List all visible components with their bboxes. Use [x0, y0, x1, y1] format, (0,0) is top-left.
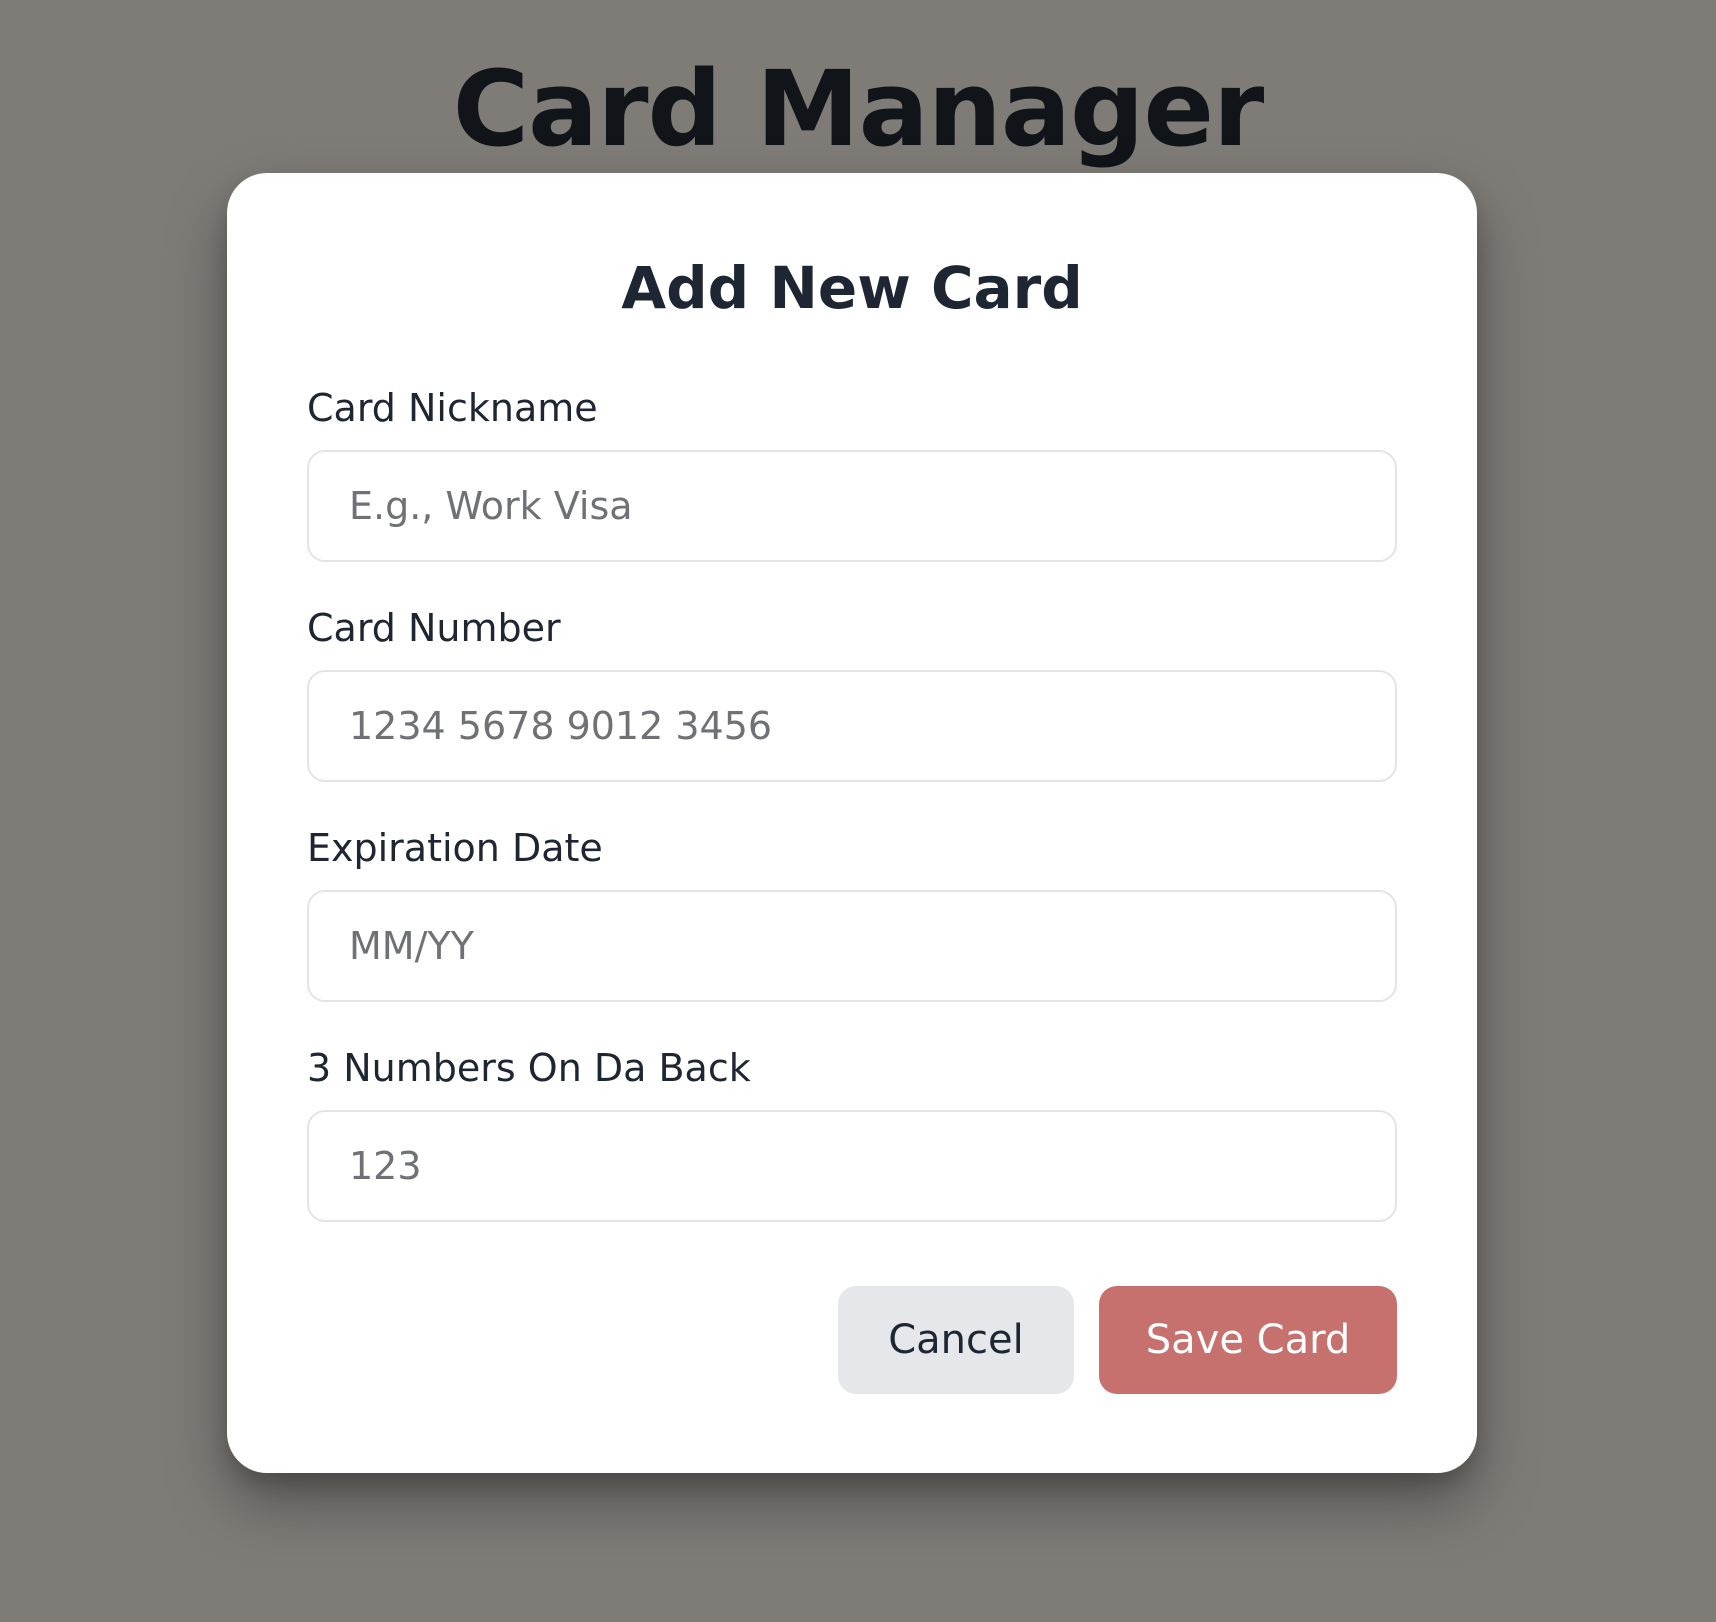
expiration-date-label: Expiration Date	[307, 826, 603, 870]
save-card-button[interactable]: Save Card	[1099, 1286, 1397, 1394]
cvv-label: 3 Numbers On Da Back	[307, 1046, 751, 1090]
card-nickname-label: Card Nickname	[307, 386, 598, 430]
card-nickname-input[interactable]	[307, 450, 1397, 562]
cancel-button[interactable]: Cancel	[838, 1286, 1074, 1394]
cvv-input[interactable]	[307, 1110, 1397, 1222]
card-number-input[interactable]	[307, 670, 1397, 782]
modal-title: Add New Card	[621, 254, 1083, 322]
expiration-date-input[interactable]	[307, 890, 1397, 1002]
card-number-label: Card Number	[307, 606, 561, 650]
page-title: Card Manager	[452, 48, 1265, 170]
add-card-modal: Add New Card Card Nickname Card Number E…	[227, 173, 1477, 1473]
